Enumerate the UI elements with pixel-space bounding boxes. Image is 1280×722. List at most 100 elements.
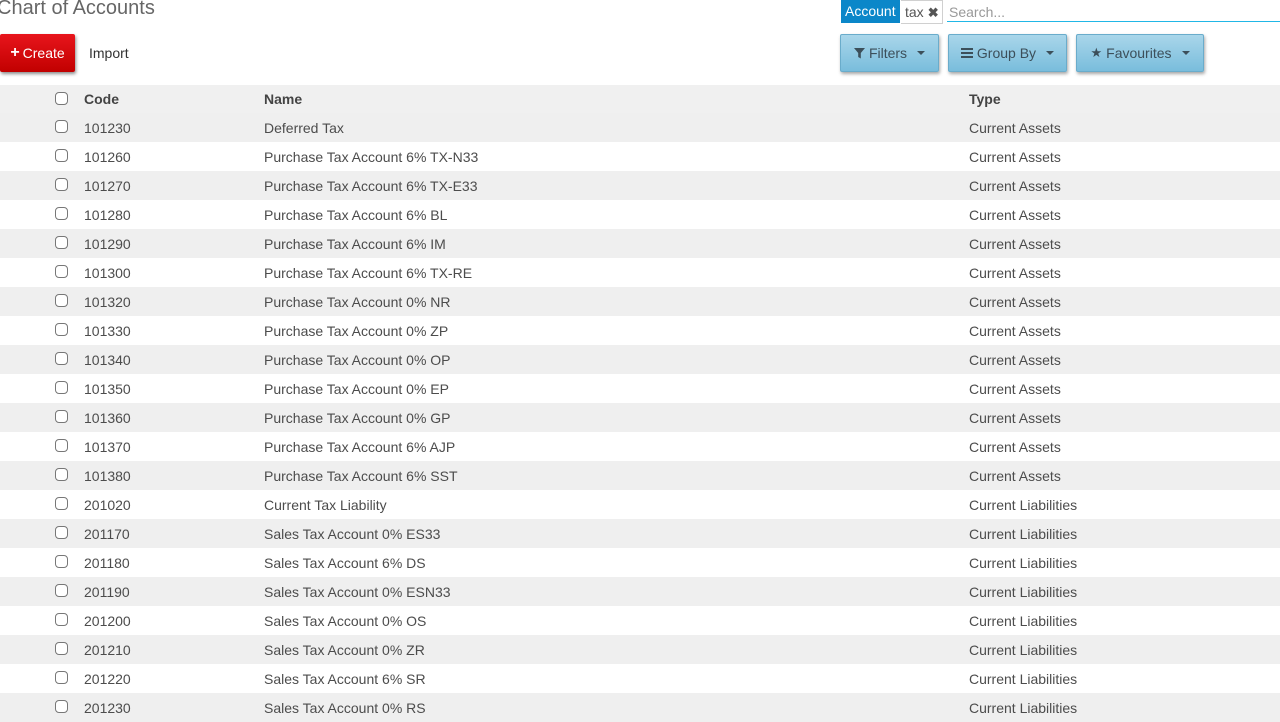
import-button[interactable]: Import — [89, 45, 129, 61]
table-row[interactable]: 201210 Sales Tax Account 0% ZR Current Lia… — [0, 635, 1280, 664]
table-row[interactable]: 101280 Purchase Tax Account 6% BL Current … — [0, 200, 1280, 229]
table-row[interactable]: 101290 Purchase Tax Account 6% IM Current … — [0, 229, 1280, 258]
cell-type: Current Liabilities — [969, 497, 1078, 513]
select-all-checkbox[interactable] — [55, 92, 68, 105]
create-button[interactable]: + Create — [0, 34, 75, 72]
row-checkbox[interactable] — [55, 352, 68, 365]
search-input[interactable] — [947, 2, 1280, 22]
row-checkbox[interactable] — [55, 294, 68, 307]
filters-button[interactable]: Filters — [840, 34, 939, 72]
row-checkbox[interactable] — [55, 178, 68, 191]
create-button-label: Create — [22, 45, 65, 61]
cell-name: Sales Tax Account 0% ESN33 — [264, 584, 451, 600]
table-row[interactable]: 201220 Sales Tax Account 6% SR Current Lia… — [0, 664, 1280, 693]
row-checkbox[interactable] — [55, 410, 68, 423]
cell-type: Current Assets — [969, 265, 1061, 281]
row-checkbox[interactable] — [55, 613, 68, 626]
cell-name: Sales Tax Account 6% DS — [264, 555, 426, 571]
cell-name: Purchase Tax Account 6% SST — [264, 468, 458, 484]
cell-code: 101280 — [84, 207, 131, 223]
group-by-button-label: Group By — [976, 45, 1037, 61]
row-checkbox[interactable] — [55, 497, 68, 510]
row-checkbox[interactable] — [55, 584, 68, 597]
cell-name: Deferred Tax — [264, 120, 344, 136]
table-row[interactable]: 201230 Sales Tax Account 0% RS Current Lia… — [0, 693, 1280, 722]
row-checkbox[interactable] — [55, 555, 68, 568]
cell-type: Current Assets — [969, 294, 1061, 310]
cell-name: Purchase Tax Account 6% TX-RE — [264, 265, 473, 281]
table-row[interactable]: 101260 Purchase Tax Account 6% TX-N33 Curr… — [0, 142, 1280, 171]
page-title: Chart of Accounts — [0, 0, 155, 19]
row-checkbox[interactable] — [55, 381, 68, 394]
table-row[interactable]: 101270 Purchase Tax Account 6% TX-E33 Curr… — [0, 171, 1280, 200]
table-header: Code Name Type — [0, 85, 1280, 113]
cell-code: 201020 — [84, 497, 131, 513]
row-checkbox[interactable] — [55, 642, 68, 655]
plus-icon: + — [10, 44, 20, 61]
row-checkbox[interactable] — [55, 265, 68, 278]
row-checkbox[interactable] — [55, 700, 68, 713]
table-row[interactable]: 201170 Sales Tax Account 0% ES33 Current L… — [0, 519, 1280, 548]
cell-type: Current Liabilities — [969, 526, 1078, 542]
caret-down-icon — [1181, 51, 1190, 55]
table-row[interactable]: 101380 Purchase Tax Account 6% SST Current… — [0, 461, 1280, 490]
table-row[interactable]: 101340 Purchase Tax Account 0% OP Current … — [0, 345, 1280, 374]
cell-type: Current Liabilities — [969, 642, 1078, 658]
table-row[interactable]: 201200 Sales Tax Account 0% OS Current Lia… — [0, 606, 1280, 635]
cell-type: Current Assets — [969, 323, 1061, 339]
table-row[interactable]: 101300 Purchase Tax Account 6% TX-RE Curre… — [0, 258, 1280, 287]
caret-down-icon — [1046, 51, 1055, 55]
table-row[interactable]: 201180 Sales Tax Account 6% DS Current Lia… — [0, 548, 1280, 577]
column-header-name[interactable]: Name — [264, 91, 302, 107]
cell-name: Sales Tax Account 0% ES33 — [264, 526, 441, 542]
cell-type: Current Assets — [969, 178, 1061, 194]
search-facet: tax ✖ — [901, 0, 943, 24]
cell-type: Current Liabilities — [969, 584, 1078, 600]
accounts-table: Code Name Type 101230 Deferred Tax Current… — [0, 85, 1280, 722]
cell-code: 101340 — [84, 352, 131, 368]
cell-name: Purchase Tax Account 0% ZP — [264, 323, 449, 339]
favourites-button[interactable]: ★ Favourites — [1076, 34, 1204, 72]
row-checkbox[interactable] — [55, 207, 68, 220]
search-facet-category: Account — [841, 0, 900, 23]
cell-code: 201200 — [84, 613, 131, 629]
cell-code: 201180 — [84, 555, 130, 571]
table-row[interactable]: 101360 Purchase Tax Account 0% GP Current … — [0, 403, 1280, 432]
table-row[interactable]: 201190 Sales Tax Account 0% ESN33 Current … — [0, 577, 1280, 606]
list-icon — [960, 48, 973, 58]
filter-icon — [853, 47, 865, 58]
group-by-button[interactable]: Group By — [948, 34, 1067, 72]
row-checkbox[interactable] — [55, 236, 68, 249]
table-row[interactable]: 101370 Purchase Tax Account 6% AJP Current… — [0, 432, 1280, 461]
table-row[interactable]: 201020 Current Tax Liability Current Liabi… — [0, 490, 1280, 519]
favourites-button-label: Favourites — [1106, 45, 1172, 61]
cell-name: Purchase Tax Account 6% TX-E33 — [264, 178, 478, 194]
star-icon: ★ — [1090, 45, 1103, 60]
row-checkbox[interactable] — [55, 439, 68, 452]
row-checkbox[interactable] — [55, 526, 68, 539]
caret-down-icon — [917, 51, 926, 55]
row-checkbox[interactable] — [55, 468, 68, 481]
cell-code: 201230 — [84, 700, 131, 716]
table-row[interactable]: 101350 Purchase Tax Account 0% EP Current … — [0, 374, 1280, 403]
row-checkbox[interactable] — [55, 671, 68, 684]
cell-code: 101290 — [84, 236, 131, 252]
cell-type: Current Assets — [969, 236, 1061, 252]
column-header-code[interactable]: Code — [84, 91, 119, 107]
table-row[interactable]: 101230 Deferred Tax Current Assets — [0, 113, 1280, 142]
cell-type: Current Liabilities — [969, 671, 1078, 687]
row-checkbox[interactable] — [55, 120, 68, 133]
cell-type: Current Assets — [969, 352, 1061, 368]
remove-facet-icon[interactable]: ✖ — [928, 2, 939, 23]
column-header-type[interactable]: Type — [969, 91, 1001, 107]
cell-type: Current Assets — [969, 410, 1061, 426]
row-checkbox[interactable] — [55, 149, 68, 162]
cell-code: 201190 — [84, 584, 130, 600]
cell-name: Current Tax Liability — [264, 497, 387, 513]
cell-name: Purchase Tax Account 0% NR — [264, 294, 451, 310]
cell-type: Current Assets — [969, 439, 1061, 455]
table-row[interactable]: 101330 Purchase Tax Account 0% ZP Current … — [0, 316, 1280, 345]
cell-type: Current Assets — [969, 207, 1061, 223]
row-checkbox[interactable] — [55, 323, 68, 336]
table-row[interactable]: 101320 Purchase Tax Account 0% NR Current … — [0, 287, 1280, 316]
